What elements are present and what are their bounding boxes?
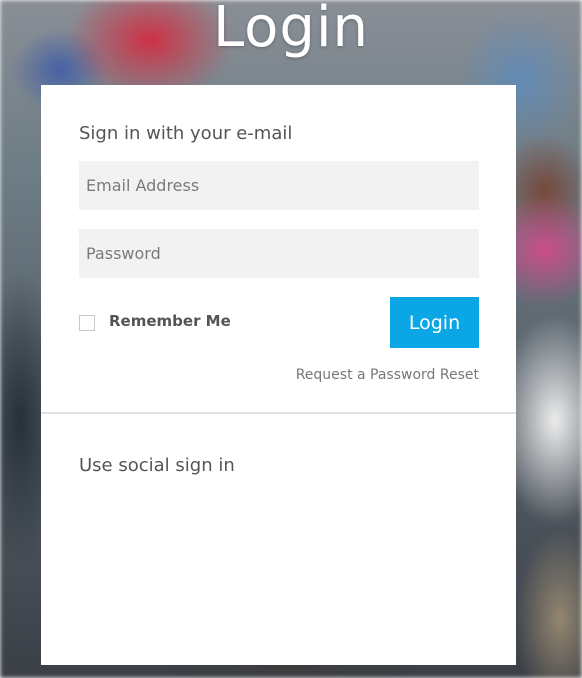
login-button[interactable]: Login (390, 297, 479, 348)
email-signin-heading: Sign in with your e-mail (79, 123, 293, 144)
remember-me-label: Remember Me (109, 312, 231, 330)
social-signin-heading: Use social sign in (79, 455, 235, 476)
password-reset-link[interactable]: Request a Password Reset (296, 367, 479, 383)
section-divider (41, 412, 516, 414)
page-title: Login (212, 0, 370, 60)
login-card: Sign in with your e-mail Remember Me Log… (41, 85, 516, 665)
email-field[interactable] (79, 161, 479, 210)
remember-me-option[interactable]: Remember Me (79, 311, 231, 331)
password-field[interactable] (79, 229, 479, 278)
remember-me-checkbox[interactable] (79, 315, 95, 331)
